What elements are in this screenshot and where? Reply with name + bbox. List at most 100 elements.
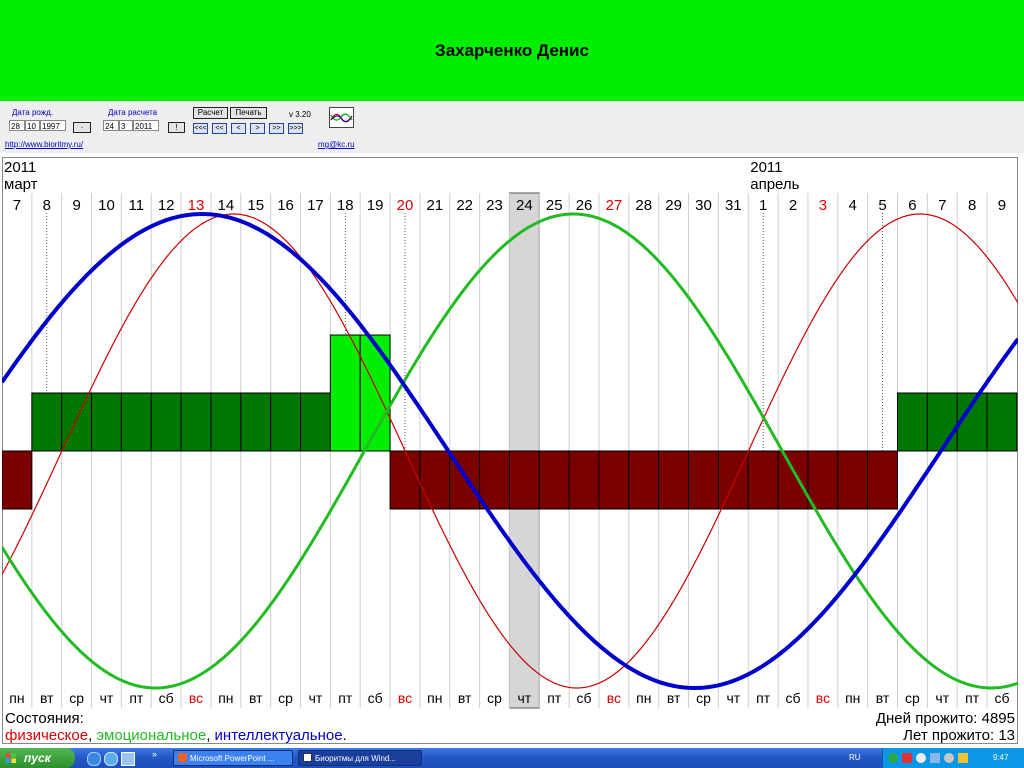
day-number: 12: [158, 197, 175, 214]
nav-back-far-button[interactable]: <<<: [193, 123, 208, 134]
years-lived: Лет прожито: 13: [903, 727, 1015, 744]
day-number: 28: [635, 197, 652, 214]
legend-emotional: эмоциональное: [96, 727, 206, 744]
weekday-label: вс: [398, 690, 412, 706]
start-button[interactable]: пуск: [0, 748, 75, 768]
positive-state-bar: [120, 392, 152, 452]
birth-day-field[interactable]: 28: [9, 120, 25, 131]
month-label: март: [4, 176, 38, 193]
weekday-label: вт: [667, 690, 681, 706]
overflow-chevron-icon[interactable]: »: [152, 749, 157, 759]
birth-month-field[interactable]: 10: [25, 120, 40, 131]
tray-icon-4[interactable]: [930, 753, 940, 763]
weekday-label: пт: [547, 690, 562, 706]
day-number: 8: [968, 197, 976, 214]
tray-icon-5[interactable]: [944, 753, 954, 763]
legend-title: Состояния:: [5, 710, 84, 727]
calc-day-field[interactable]: 24: [103, 120, 119, 131]
powerpoint-icon: [178, 753, 187, 762]
birth-date-picker-button[interactable]: ·: [73, 122, 91, 133]
weekday-label: сб: [577, 690, 592, 706]
volume-icon[interactable]: [958, 753, 968, 763]
day-number: 21: [426, 197, 443, 214]
negative-state-bar: [598, 450, 630, 510]
day-number: 1: [759, 197, 767, 214]
tray-icon-2[interactable]: [902, 753, 912, 763]
clock: 9:47: [993, 753, 1009, 762]
weekday-label: ср: [905, 690, 920, 706]
tray-icon-1[interactable]: [888, 753, 898, 763]
taskbar-item-powerpoint[interactable]: Microsoft PowerPoint ...: [173, 750, 293, 766]
print-button[interactable]: Печать: [230, 107, 267, 119]
day-number: 7: [13, 197, 21, 214]
day-number: 26: [576, 197, 593, 214]
version-label: v 3.20: [289, 110, 311, 119]
weekday-label: пн: [427, 690, 442, 706]
day-number: 5: [878, 197, 886, 214]
negative-state-bar: [508, 450, 540, 510]
day-number: 6: [908, 197, 916, 214]
day-number: 19: [367, 197, 384, 214]
positive-state-bar: [91, 392, 122, 452]
biorhythm-app-icon: [303, 753, 312, 762]
mail-link[interactable]: mg@kc.ru: [318, 140, 355, 149]
taskbar-item-label: Microsoft PowerPoint ...: [190, 754, 275, 763]
tray-icon-3[interactable]: [916, 753, 926, 763]
negative-state-bar: [777, 450, 809, 510]
biorhythm-logo-icon[interactable]: [329, 107, 354, 128]
weekday-label: вс: [607, 690, 621, 706]
calc-date-picker-button[interactable]: !: [168, 122, 185, 133]
weekday-label: сб: [368, 690, 383, 706]
day-number: 3: [819, 197, 827, 214]
day-number: 25: [546, 197, 563, 214]
weekday-label: пн: [845, 690, 860, 706]
negative-state-bar: [2, 450, 33, 510]
day-number: 22: [456, 197, 473, 214]
weekday-label: ср: [487, 690, 502, 706]
weekday-label: пт: [756, 690, 771, 706]
positive-state-bar: [31, 392, 63, 452]
weekday-label: пн: [218, 690, 233, 706]
browser-icon[interactable]: [104, 752, 118, 766]
weekday-label: пн: [9, 690, 24, 706]
disk-icon[interactable]: [121, 752, 135, 766]
weekday-label: вт: [458, 690, 472, 706]
weekday-label: пт: [338, 690, 353, 706]
nav-back-button[interactable]: <<: [212, 123, 227, 134]
taskbar-item-label: Биоритмы для Wind...: [315, 754, 397, 763]
positive-state-bar: [986, 392, 1018, 452]
calculate-button[interactable]: Расчет: [193, 107, 228, 119]
calc-year-field[interactable]: 2011: [133, 120, 159, 131]
positive-state-bar: [270, 392, 301, 452]
weekday-label: ср: [696, 690, 711, 706]
negative-state-bar: [538, 450, 570, 510]
month-label: апрель: [750, 176, 799, 193]
negative-state-bar: [747, 450, 779, 510]
chart-svg: 7 8 9 10 11 12 13 14 15 16 17 18 19 20 21 22 23 24 25 26 27 2…: [2, 157, 1018, 744]
weekday-label: сб: [994, 690, 1009, 706]
ie-icon[interactable]: [87, 752, 101, 766]
legend-physical: физическое: [5, 727, 88, 744]
system-tray: 9:47: [882, 748, 1024, 768]
site-link[interactable]: http://www.bioritmy.ru/: [5, 140, 83, 149]
weekday-label: вт: [249, 690, 263, 706]
positive-state-bar: [300, 392, 331, 452]
calc-month-field[interactable]: 3: [119, 120, 133, 131]
negative-state-bar: [389, 450, 421, 510]
negative-state-bar: [837, 450, 869, 510]
nav-prev-button[interactable]: <: [231, 123, 246, 134]
windows-flag-icon: [6, 753, 16, 763]
nav-forward-button[interactable]: >>: [269, 123, 284, 134]
day-number: 23: [486, 197, 503, 214]
day-number: 4: [849, 197, 857, 214]
weekday-label: вт: [40, 690, 54, 706]
taskbar-item-biorhythm[interactable]: Биоритмы для Wind...: [298, 750, 422, 766]
birth-year-field[interactable]: 1997: [40, 120, 66, 131]
language-indicator[interactable]: RU: [849, 753, 861, 762]
day-number: 15: [247, 197, 264, 214]
negative-state-bar: [568, 450, 600, 510]
weekday-label: сб: [159, 690, 174, 706]
nav-forward-far-button[interactable]: >>>: [288, 123, 303, 134]
nav-next-button[interactable]: >: [250, 123, 265, 134]
day-number: 31: [725, 197, 742, 214]
